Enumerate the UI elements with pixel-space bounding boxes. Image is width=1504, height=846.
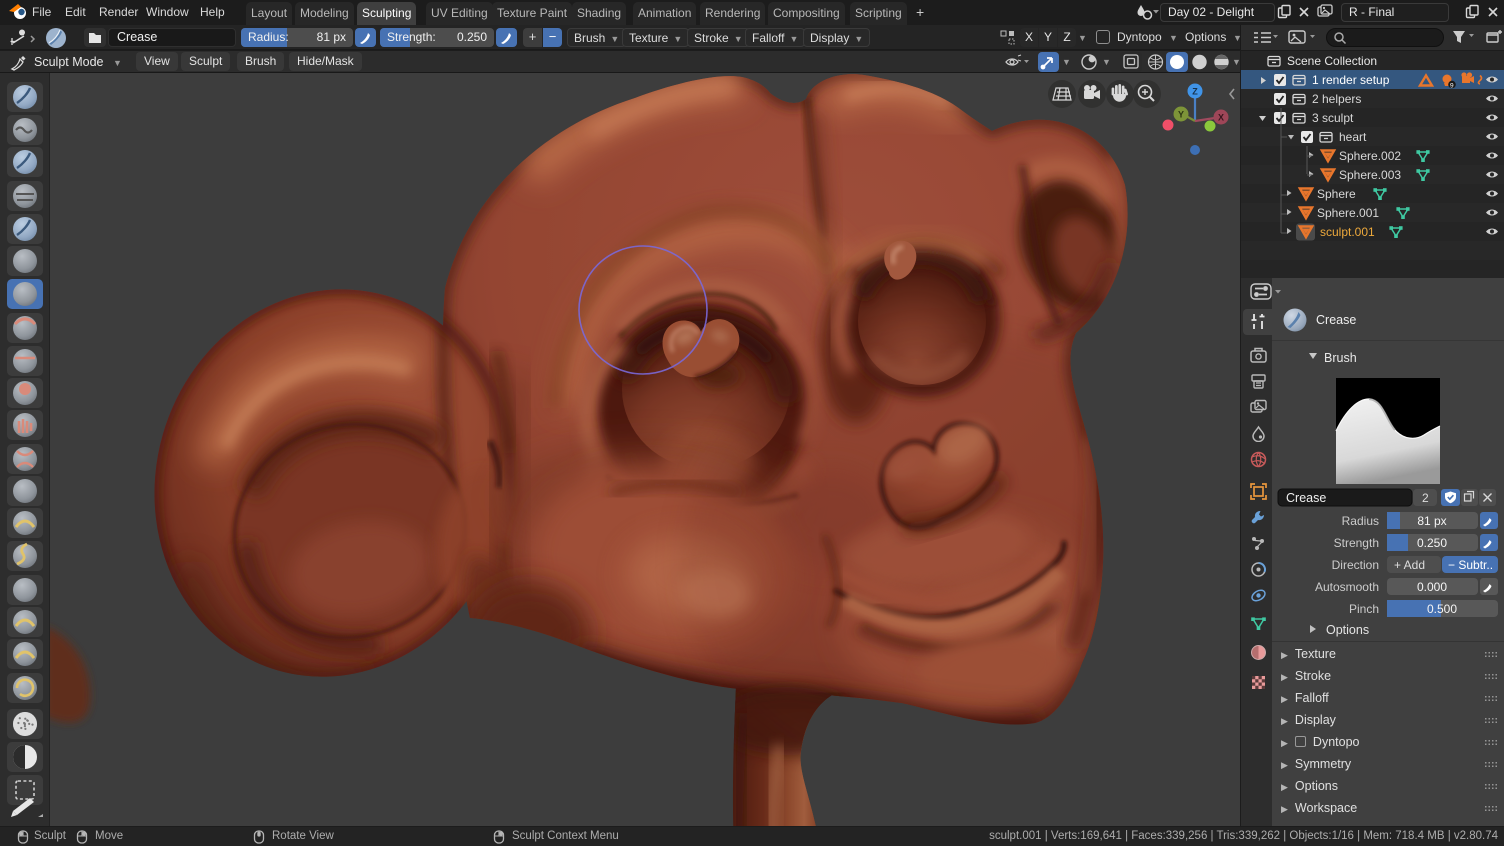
svg-text:sculpt.001: sculpt.001: [1320, 225, 1375, 239]
svg-text:Z: Z: [1192, 87, 1198, 97]
svg-text:Radius: Radius: [1342, 514, 1379, 528]
svg-text:Sphere.001: Sphere.001: [1317, 206, 1379, 220]
svg-text:9: 9: [1450, 83, 1454, 90]
svg-text:Scene Collection: Scene Collection: [1287, 54, 1377, 68]
svg-text:0.250: 0.250: [1417, 536, 1447, 550]
svg-text:Strength: Strength: [1334, 536, 1379, 550]
svg-text:X: X: [1218, 113, 1224, 123]
svg-text:Options: Options: [1326, 623, 1369, 637]
svg-text:Brush: Brush: [1324, 351, 1357, 365]
svg-text:3 sculpt: 3 sculpt: [1312, 111, 1354, 125]
svg-text:Sphere.002: Sphere.002: [1339, 149, 1401, 163]
svg-text:0.500: 0.500: [1427, 602, 1457, 616]
svg-text:− Subtr..: − Subtr..: [1448, 558, 1493, 572]
svg-text:2: 2: [1422, 491, 1429, 505]
svg-text:Autosmooth: Autosmooth: [1315, 580, 1379, 594]
svg-text:Direction: Direction: [1332, 558, 1379, 572]
svg-text:Pinch: Pinch: [1349, 602, 1379, 616]
svg-text:1 render setup: 1 render setup: [1312, 73, 1390, 87]
svg-text:2 helpers: 2 helpers: [1312, 92, 1361, 106]
svg-text:Sphere: Sphere: [1317, 187, 1356, 201]
svg-text:Sphere.003: Sphere.003: [1339, 168, 1401, 182]
svg-text:Crease: Crease: [1316, 313, 1356, 327]
svg-text:heart: heart: [1339, 130, 1367, 144]
svg-text:0.000: 0.000: [1417, 580, 1447, 594]
svg-text:+ Add: + Add: [1394, 558, 1425, 572]
svg-text:81 px: 81 px: [1417, 514, 1446, 528]
svg-text:Y: Y: [1178, 110, 1184, 120]
svg-text:Crease: Crease: [1286, 491, 1326, 505]
